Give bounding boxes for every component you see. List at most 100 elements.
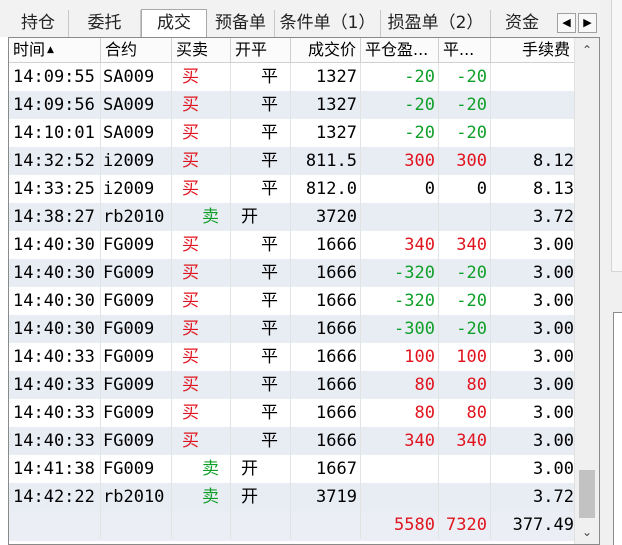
close-pnl-cell: 340 xyxy=(361,231,439,259)
table-row[interactable]: 14:40:30 FG009 买平 1666 -300 -20 3.00 xyxy=(9,315,574,343)
column-header-close-pnl-2[interactable]: 平... xyxy=(439,38,491,62)
fee-cell: 3.00 xyxy=(533,431,574,451)
fee-cell: 3.00 xyxy=(533,459,574,479)
column-header-price[interactable]: 成交价 xyxy=(291,38,361,62)
close-pnl-2-cell: -20 xyxy=(439,315,491,343)
time-cell: 14:40:30 xyxy=(9,259,101,287)
fee-cell xyxy=(491,119,574,147)
tab-scroll-right-icon[interactable]: ▶ xyxy=(578,13,597,33)
price-cell: 1666 xyxy=(291,343,361,371)
close-pnl-2-cell: -20 xyxy=(439,63,491,91)
close-pnl-2-cell: 340 xyxy=(439,231,491,259)
tab-orders[interactable]: 委托 xyxy=(69,10,141,37)
price-cell: 1667 xyxy=(291,455,361,483)
time-cell: 14:40:30 xyxy=(9,315,101,343)
time-cell: 14:09:55 xyxy=(9,63,101,91)
scroll-down-icon[interactable]: ⌄ xyxy=(575,522,599,542)
close-pnl-cell: -320 xyxy=(361,259,439,287)
time-cell: 14:40:30 xyxy=(9,287,101,315)
open-close-cell: 平 xyxy=(231,119,291,147)
table-row[interactable]: 14:32:52 i2009 买平 811.5 300 300 8.12 xyxy=(9,147,574,175)
table-row[interactable]: 14:40:30 FG009 买平 1666 -320 -20 3.00 xyxy=(9,287,574,315)
price-cell: 1327 xyxy=(291,91,361,119)
time-cell: 14:32:52 xyxy=(9,147,101,175)
column-header-open-close[interactable]: 开平 xyxy=(231,38,291,62)
time-cell: 14:41:38 xyxy=(9,455,101,483)
table-row[interactable]: 14:40:33 FG009 买平 1666 80 80 3.00 xyxy=(9,399,574,427)
table-row[interactable]: 14:40:30 FG009 买平 1666 -320 -20 3.00 xyxy=(9,259,574,287)
price-cell: 1666 xyxy=(291,315,361,343)
close-pnl-cell: -20 xyxy=(361,63,439,91)
time-cell: 14:40:30 xyxy=(9,231,101,259)
symbol-cell: FG009 xyxy=(101,287,172,315)
close-pnl-cell xyxy=(361,455,439,483)
fee-cell: 3.72 xyxy=(533,487,574,507)
empty-cell xyxy=(231,511,291,539)
price-cell: 1327 xyxy=(291,63,361,91)
table-row[interactable]: 14:09:55 SA009 买平 1327 -20 -20 xyxy=(9,63,574,91)
column-header-symbol[interactable]: 合约 xyxy=(101,38,172,62)
table-row[interactable]: 14:38:27 rb2010 卖开 3720 3.72 xyxy=(9,203,574,231)
side-cell: 买 xyxy=(172,427,231,455)
close-pnl-cell: 300 xyxy=(361,147,439,175)
side-cell: 买 xyxy=(172,287,231,315)
fee-cell: 3.00 xyxy=(533,291,574,311)
tab-funds[interactable]: 资金 xyxy=(491,10,553,37)
table-row[interactable]: 14:40:30 FG009 买平 1666 340 340 3.00 xyxy=(9,231,574,259)
table-row[interactable]: 14:33:25 i2009 买平 812.0 0 0 8.13 xyxy=(9,175,574,203)
tab-preorders[interactable]: 预备单 xyxy=(207,10,275,37)
tab-scroll-left-icon[interactable]: ◀ xyxy=(557,13,576,33)
sort-ascending-icon: ▲ xyxy=(47,45,54,55)
price-cell: 1666 xyxy=(291,287,361,315)
table-row[interactable]: 14:40:33 FG009 买平 1666 340 340 3.00 xyxy=(9,427,574,455)
symbol-cell: SA009 xyxy=(101,63,172,91)
table-row[interactable]: 14:41:38 FG009 卖开 1667 3.00 xyxy=(9,455,574,483)
column-header-close-pnl[interactable]: 平仓盈... xyxy=(361,38,439,62)
close-pnl-cell: 80 xyxy=(361,399,439,427)
side-cell: 买 xyxy=(172,315,231,343)
column-header-side[interactable]: 买卖 xyxy=(172,38,231,62)
table-row[interactable]: 14:40:33 FG009 买平 1666 80 80 3.00 xyxy=(9,371,574,399)
tab-positions[interactable]: 持仓 xyxy=(8,10,69,37)
column-header-time[interactable]: 时间 ▲ xyxy=(9,38,101,62)
symbol-cell: i2009 xyxy=(101,147,172,175)
scrollbar-thumb[interactable] xyxy=(579,470,595,518)
table-row[interactable]: 14:09:56 SA009 买平 1327 -20 -20 xyxy=(9,91,574,119)
totals-row: 5580 7320 377.49 xyxy=(9,511,574,541)
table-row[interactable]: 14:42:22 rb2010 卖开 3719 3.72 xyxy=(9,483,574,511)
vertical-scrollbar[interactable]: ⌃ ⌄ xyxy=(574,38,599,544)
symbol-cell: rb2010 xyxy=(101,483,172,511)
side-cell: 卖 xyxy=(172,483,231,511)
side-cell: 买 xyxy=(172,399,231,427)
price-cell: 812.0 xyxy=(291,175,361,203)
price-cell: 3719 xyxy=(291,483,361,511)
time-cell: 14:09:56 xyxy=(9,91,101,119)
total-close-pnl-2: 7320 xyxy=(439,511,491,539)
table-row[interactable]: 14:40:33 FG009 买平 1666 100 100 3.00 xyxy=(9,343,574,371)
close-pnl-2-cell: -20 xyxy=(439,91,491,119)
symbol-cell: FG009 xyxy=(101,315,172,343)
scroll-up-icon[interactable]: ⌃ xyxy=(575,40,599,60)
tab-trades[interactable]: 成交 xyxy=(141,9,207,37)
open-close-cell: 平 xyxy=(231,63,291,91)
total-close-pnl: 5580 xyxy=(361,511,439,539)
side-cell: 买 xyxy=(172,371,231,399)
fee-cell: 3.00 xyxy=(533,375,574,395)
open-close-cell: 平 xyxy=(231,343,291,371)
column-header-fee[interactable]: 手续费 xyxy=(491,38,574,62)
close-pnl-cell xyxy=(361,483,439,511)
empty-cell xyxy=(291,511,361,539)
table-row[interactable]: 14:10:01 SA009 买平 1327 -20 -20 xyxy=(9,119,574,147)
tab-stop-orders[interactable]: 损盈单（2） xyxy=(381,10,491,37)
symbol-cell: SA009 xyxy=(101,119,172,147)
tab-conditional-orders[interactable]: 条件单（1） xyxy=(275,10,381,37)
close-pnl-cell: 0 xyxy=(361,175,439,203)
symbol-cell: FG009 xyxy=(101,455,172,483)
trades-table: 时间 ▲ 合约 买卖 开平 成交价 平仓盈... 平... 手续费 14:09:5… xyxy=(8,37,600,545)
open-close-cell: 平 xyxy=(231,399,291,427)
open-close-cell: 平 xyxy=(231,175,291,203)
side-cell: 卖 xyxy=(172,455,231,483)
side-cell: 买 xyxy=(172,63,231,91)
close-pnl-cell: 80 xyxy=(361,371,439,399)
close-pnl-cell: -20 xyxy=(361,119,439,147)
